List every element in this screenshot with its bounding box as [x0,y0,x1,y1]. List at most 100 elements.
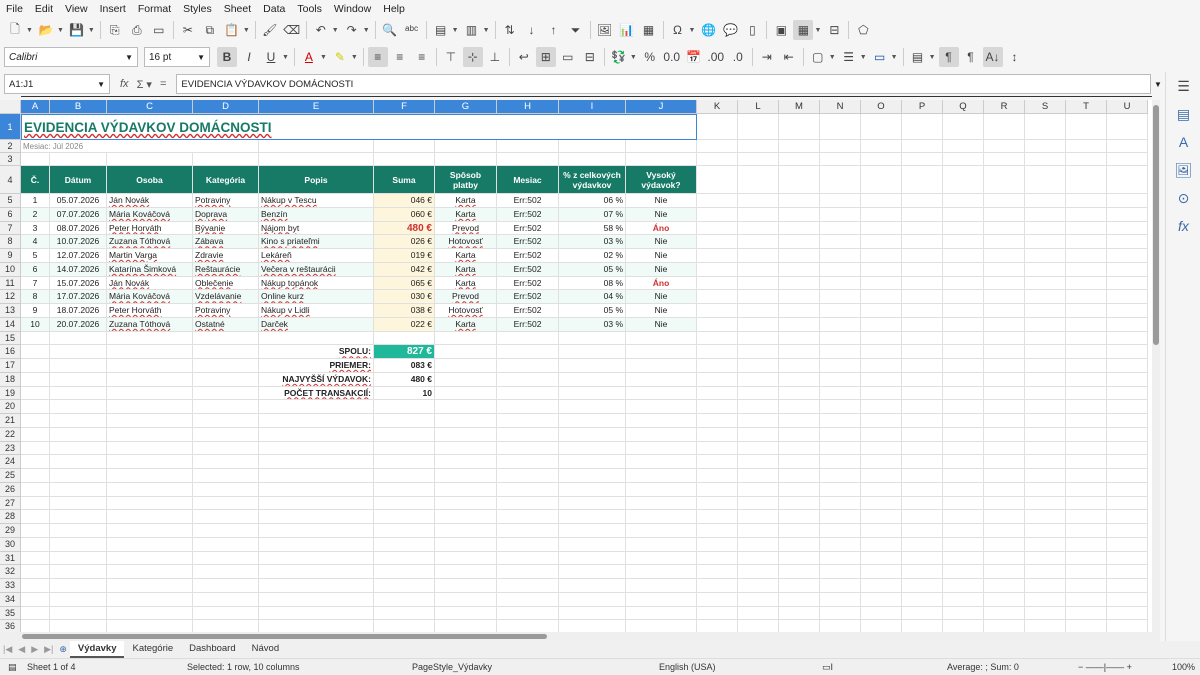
data-cell[interactable]: Hotovosť [435,235,497,249]
cell[interactable] [1107,207,1148,222]
cell[interactable] [259,331,374,346]
cell[interactable] [626,524,697,538]
data-cell[interactable]: 04 % [559,290,626,304]
data-cell[interactable]: Benzín [259,207,374,222]
freeze-rows-columns-icon[interactable]: ▦ [793,20,814,40]
cell[interactable] [21,345,50,359]
cell[interactable] [259,620,374,632]
cell[interactable] [943,262,984,277]
cell[interactable] [820,565,861,579]
data-cell[interactable]: Ostatné [193,317,259,332]
cell[interactable] [738,221,779,236]
cell[interactable] [21,565,50,579]
cell[interactable] [861,345,902,359]
row-header-15[interactable]: 15 [0,331,21,346]
cell[interactable] [779,455,820,469]
cell[interactable] [984,153,1025,166]
column-header-label[interactable]: Kategória [193,166,259,194]
cell[interactable] [1025,400,1066,414]
cell[interactable] [1107,194,1148,208]
cell[interactable] [259,537,374,552]
cell[interactable] [697,304,738,318]
row-header-11[interactable]: 11 [0,276,21,291]
cell[interactable] [1025,262,1066,277]
data-cell[interactable]: 026 € [374,235,435,249]
data-cell[interactable]: Err:502 [497,304,559,318]
data-cell[interactable]: Zábava [193,235,259,249]
cell[interactable] [626,140,697,153]
cell[interactable] [559,386,626,401]
cell[interactable] [861,579,902,593]
cell[interactable] [779,400,820,414]
cell[interactable] [984,221,1025,236]
cell[interactable] [559,551,626,566]
column-header-K[interactable]: K [697,100,738,114]
last-sheet-icon[interactable]: ▶| [44,644,53,655]
comment-icon[interactable]: 💬 [720,20,740,40]
cell[interactable] [779,194,820,208]
cell[interactable] [259,524,374,538]
cell[interactable] [1107,262,1148,277]
cell[interactable] [50,153,107,166]
cell[interactable] [1025,166,1066,194]
menu-tools[interactable]: Tools [291,3,328,15]
cell[interactable] [107,537,193,552]
cell[interactable] [861,276,902,291]
data-cell[interactable]: 14.07.2026 [50,262,107,277]
data-cell[interactable]: Zuzana Tóthová [107,317,193,332]
row-header-31[interactable]: 31 [0,551,21,566]
define-print-area-icon[interactable]: ▣ [771,20,791,40]
cell[interactable] [861,469,902,483]
data-cell[interactable]: Ján Novák [107,194,193,208]
row-header-17[interactable]: 17 [0,359,21,373]
sheet-subtitle[interactable]: Mesiac: Júl 2026 [21,140,193,153]
column-header-S[interactable]: S [1025,100,1066,114]
cell[interactable] [259,414,374,428]
row-header-10[interactable]: 10 [0,262,21,277]
cell[interactable] [21,372,50,387]
cell[interactable] [497,441,559,456]
column-header-B[interactable]: B [50,100,107,114]
cell[interactable] [1025,290,1066,304]
cell[interactable] [943,153,984,166]
cell[interactable] [1025,551,1066,566]
cell[interactable] [193,400,259,414]
cell[interactable] [559,469,626,483]
cell[interactable] [820,194,861,208]
cell[interactable] [1025,304,1066,318]
cell[interactable] [21,469,50,483]
cell[interactable] [861,565,902,579]
cell[interactable] [21,606,50,621]
column-header-T[interactable]: T [1066,100,1107,114]
data-cell[interactable]: Prevod [435,221,497,236]
cell[interactable] [1066,579,1107,593]
cell[interactable] [984,372,1025,387]
cell[interactable] [1066,510,1107,524]
border-color-icon[interactable]: ▭ [870,47,890,67]
cell[interactable] [374,620,435,632]
cell[interactable] [497,579,559,593]
cell[interactable] [50,386,107,401]
cell[interactable] [1066,414,1107,428]
cell[interactable] [1107,524,1148,538]
cell[interactable] [984,290,1025,304]
column-header-N[interactable]: N [820,100,861,114]
column-header-label[interactable]: Dátum [50,166,107,194]
cell[interactable] [374,427,435,442]
function-wizard-icon[interactable]: fx [120,78,129,90]
cell[interactable] [861,372,902,387]
styles-icon[interactable]: A [1166,128,1200,156]
cell[interactable] [738,537,779,552]
cell[interactable] [779,166,820,194]
cell[interactable] [984,276,1025,291]
cell[interactable] [779,441,820,456]
cell[interactable] [943,469,984,483]
cell[interactable] [1107,153,1148,166]
column-header-label[interactable]: Suma [374,166,435,194]
cell[interactable] [626,537,697,552]
cell[interactable] [1107,592,1148,607]
cell[interactable] [861,455,902,469]
cell[interactable] [1107,482,1148,497]
cell[interactable] [1107,317,1148,332]
cell[interactable] [779,496,820,511]
